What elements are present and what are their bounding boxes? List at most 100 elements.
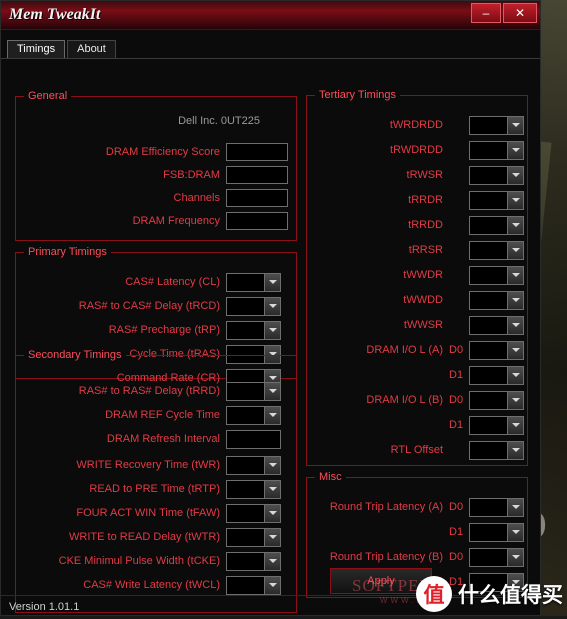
label-cke-minimul-pulse-width: CKE Minimul Pulse Width (tCKE): [58, 555, 220, 567]
combo-ras-precharge[interactable]: [226, 320, 281, 340]
sublabel-dram-io-l-a-d1: D1: [449, 369, 464, 381]
chevron-down-icon[interactable]: [507, 416, 523, 434]
combo-trrdd-value: [470, 216, 507, 234]
combo-trwsr[interactable]: [469, 165, 524, 185]
combo-twwsr[interactable]: [469, 315, 524, 335]
combo-round-trip-latency-b-d0[interactable]: [469, 547, 524, 567]
vendor-label: Dell Inc. 0UT225: [178, 115, 260, 127]
combo-cas-latency[interactable]: [226, 272, 281, 292]
chevron-down-icon[interactable]: [507, 341, 523, 359]
chevron-down-icon[interactable]: [264, 576, 280, 594]
chevron-down-icon[interactable]: [507, 391, 523, 409]
combo-ras-to-cas-delay[interactable]: [226, 296, 281, 316]
chevron-down-icon[interactable]: [264, 382, 280, 400]
combo-write-to-read-delay[interactable]: [226, 527, 281, 547]
chevron-down-icon[interactable]: [264, 456, 280, 474]
misc-legend: Misc: [319, 471, 342, 483]
close-button[interactable]: ✕: [503, 3, 537, 23]
input-dram-efficiency-score[interactable]: [226, 143, 288, 161]
combo-trrdr-value: [470, 191, 507, 209]
combo-twwsr-value: [470, 316, 507, 334]
label-twwsr: tWWSR: [403, 319, 443, 331]
chevron-down-icon[interactable]: [507, 166, 523, 184]
chevron-down-icon[interactable]: [507, 498, 523, 516]
input-dram-frequency[interactable]: [226, 212, 288, 230]
combo-dram-io-l-a-d0[interactable]: [469, 340, 524, 360]
combo-twwdd-value: [470, 291, 507, 309]
chevron-down-icon[interactable]: [507, 116, 523, 134]
app-title: Mem TweakIt: [9, 6, 101, 23]
chevron-down-icon[interactable]: [507, 216, 523, 234]
label-twwdd: tWWDD: [403, 294, 443, 306]
chevron-down-icon[interactable]: [507, 191, 523, 209]
combo-ras-to-ras-delay[interactable]: [226, 381, 281, 401]
combo-dram-io-l-b-d0[interactable]: [469, 390, 524, 410]
chevron-down-icon[interactable]: [507, 523, 523, 541]
label-dram-io-l-a: DRAM I/O L (A): [366, 344, 443, 356]
combo-twwdr[interactable]: [469, 265, 524, 285]
tab-timings[interactable]: Timings: [7, 40, 66, 58]
chevron-down-icon[interactable]: [264, 273, 280, 291]
combo-write-recovery-time[interactable]: [226, 455, 281, 475]
chevron-down-icon[interactable]: [507, 316, 523, 334]
combo-round-trip-latency-a-d0[interactable]: [469, 497, 524, 517]
label-ras-to-cas-delay: RAS# to CAS# Delay (tRCD): [78, 300, 220, 312]
label-rtl-offset: RTL Offset: [390, 444, 443, 456]
combo-cas-write-latency[interactable]: [226, 575, 281, 595]
combo-trwdrdd-value: [470, 141, 507, 159]
combo-dram-io-l-a-d1[interactable]: [469, 365, 524, 385]
chevron-down-icon[interactable]: [507, 266, 523, 284]
combo-read-to-pre-time[interactable]: [226, 479, 281, 499]
tab-strip: Timings About: [1, 30, 540, 59]
chevron-down-icon[interactable]: [507, 241, 523, 259]
minimize-button[interactable]: –: [471, 3, 501, 23]
combo-cas-latency-value: [227, 273, 264, 291]
mem-tweakit-window: Mem TweakIt – ✕ Timings About General De…: [0, 0, 542, 616]
combo-twrdrdd[interactable]: [469, 115, 524, 135]
general-legend: General: [28, 90, 68, 102]
label-write-recovery-time: WRITE Recovery Time (tWR): [76, 459, 220, 471]
combo-trwdrdd[interactable]: [469, 140, 524, 160]
combo-round-trip-latency-a-d1[interactable]: [469, 522, 524, 542]
combo-twwdr-value: [470, 266, 507, 284]
combo-write-recovery-time-value: [227, 456, 264, 474]
combo-rtl-offset[interactable]: [469, 440, 524, 460]
combo-dram-ref-cycle-time[interactable]: [226, 405, 281, 425]
label-cas-latency: CAS# Latency (CL): [125, 276, 220, 288]
sublabel-round-trip-latency-b-d0: D0: [449, 551, 464, 563]
label-trwsr: tRWSR: [406, 169, 443, 181]
chevron-down-icon[interactable]: [264, 480, 280, 498]
chevron-down-icon[interactable]: [264, 406, 280, 424]
input-channels[interactable]: [226, 189, 288, 207]
combo-cke-minimul-pulse-width[interactable]: [226, 551, 281, 571]
chevron-down-icon[interactable]: [507, 141, 523, 159]
label-trrdr: tRRDR: [408, 194, 443, 206]
label-ras-to-ras-delay: RAS# to RAS# Delay (tRRD): [78, 385, 220, 397]
chevron-down-icon[interactable]: [264, 321, 280, 339]
title-bar[interactable]: Mem TweakIt – ✕: [1, 1, 540, 30]
combo-trrdd[interactable]: [469, 215, 524, 235]
chevron-down-icon[interactable]: [264, 504, 280, 522]
combo-twwdd[interactable]: [469, 290, 524, 310]
chevron-down-icon[interactable]: [264, 528, 280, 546]
chevron-down-icon[interactable]: [264, 552, 280, 570]
chevron-down-icon[interactable]: [507, 291, 523, 309]
chevron-down-icon[interactable]: [507, 548, 523, 566]
combo-dram-io-l-b-d1[interactable]: [469, 415, 524, 435]
input-fsb-dram[interactable]: [226, 166, 288, 184]
combo-trwsr-value: [470, 166, 507, 184]
combo-rtl-offset-value: [470, 441, 507, 459]
label-fsb-dram: FSB:DRAM: [163, 169, 220, 181]
combo-trrdr[interactable]: [469, 190, 524, 210]
chevron-down-icon[interactable]: [507, 366, 523, 384]
combo-dram-ref-cycle-time-value: [227, 406, 264, 424]
combo-trrsr[interactable]: [469, 240, 524, 260]
combo-four-act-win-time[interactable]: [226, 503, 281, 523]
chevron-down-icon[interactable]: [507, 441, 523, 459]
combo-four-act-win-time-value: [227, 504, 264, 522]
combo-round-trip-latency-a-d0-value: [470, 498, 507, 516]
chevron-down-icon[interactable]: [264, 297, 280, 315]
input-dram-refresh-interval[interactable]: [226, 429, 281, 449]
sublabel-dram-io-l-b-d1: D1: [449, 419, 464, 431]
tab-about[interactable]: About: [67, 40, 116, 58]
